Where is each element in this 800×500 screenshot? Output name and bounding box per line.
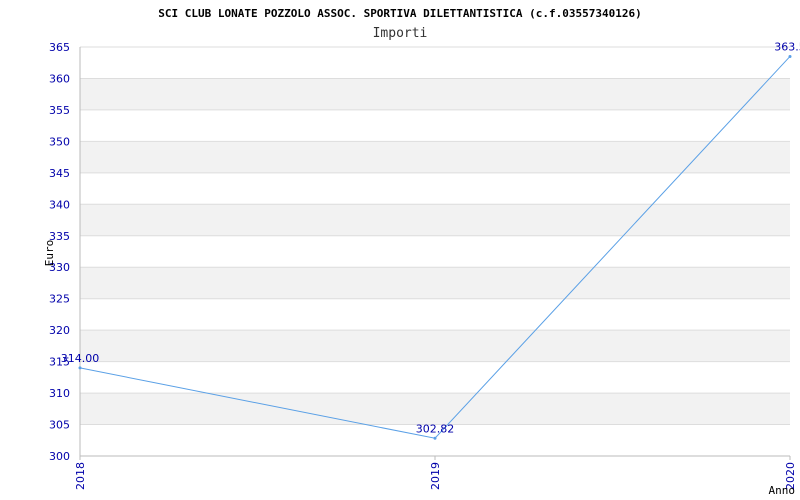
grid-band <box>80 204 790 236</box>
grid-band <box>80 330 790 362</box>
grid-band <box>80 78 790 110</box>
y-axis-label: Euro <box>43 240 56 267</box>
x-tick-label: 2019 <box>429 462 442 490</box>
data-label: 314.00 <box>61 352 100 365</box>
y-tick-label: 345 <box>49 167 70 180</box>
data-point <box>433 436 437 440</box>
y-tick-label: 320 <box>49 324 70 337</box>
data-point <box>788 54 792 58</box>
grid-band <box>80 141 790 173</box>
series-line <box>79 56 791 439</box>
y-tick-label: 300 <box>49 450 70 463</box>
chart-title: SCI CLUB LONATE POZZOLO ASSOC. SPORTIVA … <box>158 7 641 20</box>
x-tick-label: 2018 <box>74 462 87 490</box>
y-tick-label: 305 <box>49 419 70 432</box>
x-tick-labels: 2018 2019 2020 <box>74 456 797 490</box>
chart-subtitle: Importi <box>373 26 428 41</box>
y-tick-label: 325 <box>49 293 70 306</box>
chart: 3003053103153203253303353403453503553603… <box>43 7 800 497</box>
grid-band <box>80 267 790 299</box>
grid-band <box>80 393 790 425</box>
y-tick-label: 350 <box>49 135 70 148</box>
data-label: 363.5 <box>774 40 800 53</box>
y-tick-label: 310 <box>49 387 70 400</box>
x-axis-label: Anno <box>769 484 796 497</box>
y-tick-label: 355 <box>49 104 70 117</box>
y-tick-label: 360 <box>49 72 70 85</box>
y-tick-label: 340 <box>49 198 70 211</box>
y-tick-label: 365 <box>49 41 70 54</box>
grid-bands <box>80 78 790 425</box>
data-label: 302.82 <box>416 422 455 435</box>
data-point <box>78 366 82 370</box>
